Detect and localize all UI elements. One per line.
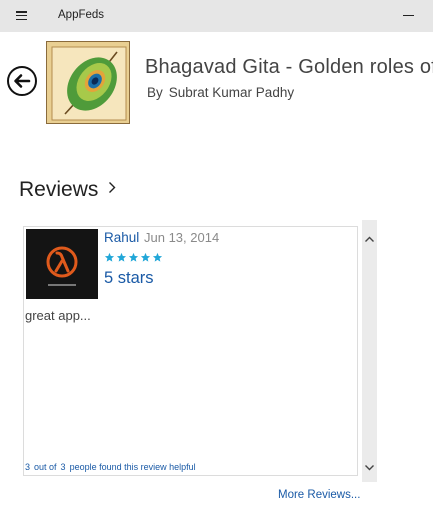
developer-name[interactable]: Subrat Kumar Padhy [169,85,294,100]
review-body: great app... [25,308,91,323]
app-logo [46,41,130,124]
chevron-right-icon [108,176,116,200]
avatar [26,229,98,299]
reviewer-name[interactable]: Rahul [104,230,139,245]
star-icon [152,250,163,262]
review-date: Jun 13, 2014 [144,230,220,245]
helpful-out-of-label: out of [34,462,57,472]
more-reviews-link[interactable]: More Reviews... [278,489,360,501]
reviews-heading: Reviews [19,178,99,201]
by-label: By [147,85,163,100]
star-icon [128,250,139,262]
review-card: Rahul Jun 13, 2014 5 stars great app... … [23,226,358,476]
app-window-title: AppFeds [58,9,105,21]
rating-text: 5 stars [104,269,154,287]
helpful-count: 3 [25,462,31,472]
title-bar: AppFeds [0,0,433,32]
chevron-down-icon[interactable] [364,460,375,471]
chevron-up-icon[interactable] [364,232,375,243]
helpful-summary: 3 out of 3 people found this review helpful [25,462,196,472]
back-button[interactable] [7,66,37,96]
back-arrow-icon [14,74,31,88]
review-scrollbar[interactable] [362,220,377,482]
star-rating [104,250,164,262]
app-title: Bhagavad Gita - Golden roles of [145,56,433,78]
star-icon [140,250,151,262]
helpful-total: 3 [60,462,66,472]
star-icon [104,250,115,262]
hamburger-icon[interactable] [16,11,27,21]
star-icon [116,250,127,262]
helpful-suffix: people found this review helpful [69,462,196,472]
reviews-heading-link[interactable]: Reviews [19,176,116,202]
minimize-icon[interactable] [403,15,414,16]
developer-line: By Subrat Kumar Padhy [147,85,294,100]
